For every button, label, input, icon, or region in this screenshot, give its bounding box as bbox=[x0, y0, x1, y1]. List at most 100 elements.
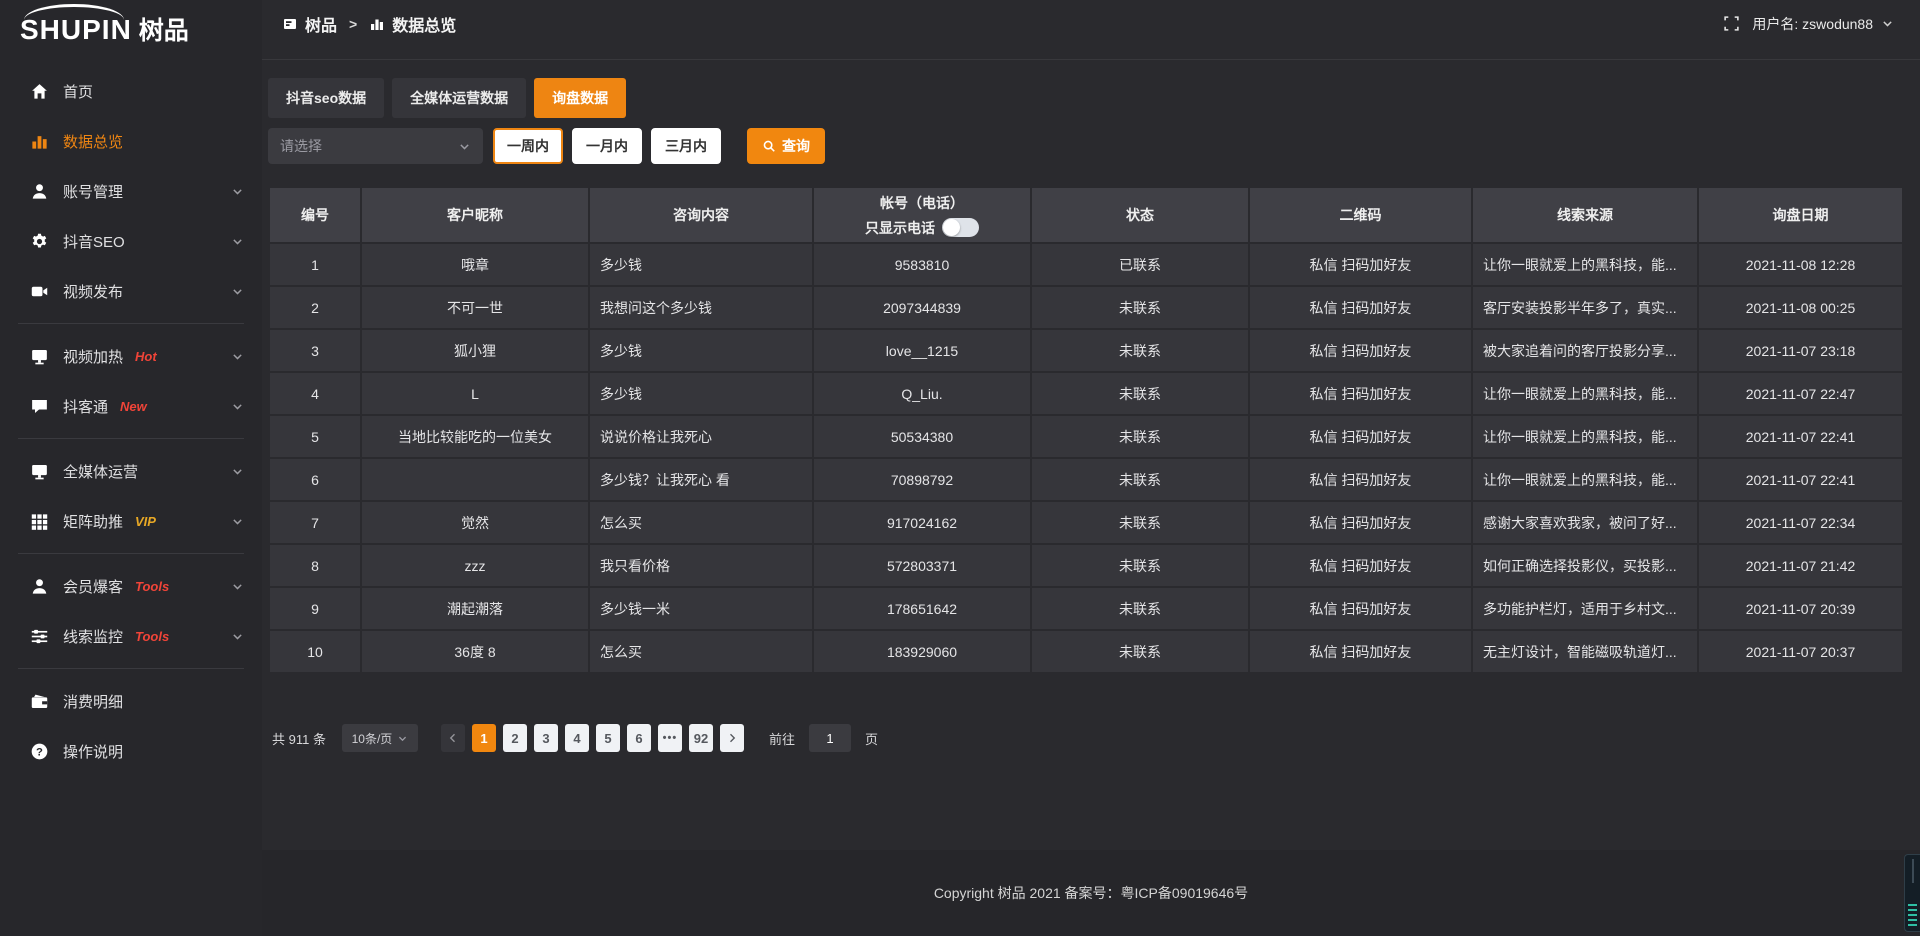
cell-source-link[interactable]: 让你一眼就爱上的黑科技，能... bbox=[1472, 372, 1698, 415]
cell-date: 2021-11-07 20:37 bbox=[1698, 630, 1903, 673]
filter-select[interactable]: 请选择 bbox=[268, 128, 483, 164]
fullscreen-icon[interactable] bbox=[1723, 15, 1740, 32]
sidebar-item-badge: Hot bbox=[135, 349, 157, 364]
cell-source-link[interactable]: 无主灯设计，智能磁吸轨道灯... bbox=[1472, 630, 1698, 673]
cell-date: 2021-11-07 22:41 bbox=[1698, 458, 1903, 501]
page-button-4[interactable]: 4 bbox=[565, 724, 589, 752]
cell-account: 50534380 bbox=[813, 415, 1031, 458]
sidebar-item-0[interactable]: 首页 bbox=[0, 66, 262, 116]
cell-qr-link[interactable]: 私信 扫码加好友 bbox=[1249, 372, 1472, 415]
sidebar-item-6[interactable]: 抖客通New bbox=[0, 381, 262, 431]
cell-nickname: 哦章 bbox=[361, 243, 589, 286]
cell-source-link[interactable]: 多功能护栏灯，适用于乡村文... bbox=[1472, 587, 1698, 630]
floating-widget[interactable] bbox=[1904, 854, 1920, 932]
chevron-down-icon bbox=[231, 350, 244, 363]
cell-source-link[interactable]: 被大家追着问的客厅投影分享... bbox=[1472, 329, 1698, 372]
table-row: 3狐小狸多少钱love__1215未联系私信 扫码加好友被大家追着问的客厅投影分… bbox=[269, 329, 1903, 372]
sidebar-item-12[interactable]: ?操作说明 bbox=[0, 726, 262, 776]
cell-source-link[interactable]: 客厅安装投影半年多了，真实... bbox=[1472, 286, 1698, 329]
logo[interactable]: SHUPIN树品 bbox=[0, 0, 262, 54]
page-button-3[interactable]: 3 bbox=[534, 724, 558, 752]
cell-source-link[interactable]: 让你一眼就爱上的黑科技，能... bbox=[1472, 458, 1698, 501]
tab-2[interactable]: 询盘数据 bbox=[534, 78, 626, 118]
cell-qr-link[interactable]: 私信 扫码加好友 bbox=[1249, 286, 1472, 329]
query-button[interactable]: 查询 bbox=[747, 128, 825, 164]
cell-qr-link[interactable]: 私信 扫码加好友 bbox=[1249, 458, 1472, 501]
cell-source-link[interactable]: 让你一眼就爱上的黑科技，能... bbox=[1472, 243, 1698, 286]
sidebar-item-label: 账号管理 bbox=[63, 181, 123, 202]
cell-account: 9583810 bbox=[813, 243, 1031, 286]
page-button-92[interactable]: 92 bbox=[689, 724, 713, 752]
cell-no: 10 bbox=[269, 630, 361, 673]
cell-no: 6 bbox=[269, 458, 361, 501]
breadcrumb-item-1[interactable]: 数据总览 bbox=[369, 12, 456, 36]
cell-status: 已联系 bbox=[1031, 243, 1249, 286]
cell-no: 8 bbox=[269, 544, 361, 587]
cell-source-link[interactable]: 让你一眼就爱上的黑科技，能... bbox=[1472, 415, 1698, 458]
date-range-group: 一周内一月内三月内 bbox=[493, 128, 721, 164]
column-header-7: 询盘日期 bbox=[1698, 187, 1903, 243]
next-page-button[interactable] bbox=[720, 724, 744, 752]
sidebar-item-label: 全媒体运营 bbox=[63, 461, 138, 482]
cell-no: 3 bbox=[269, 329, 361, 372]
page-button-5[interactable]: 5 bbox=[596, 724, 620, 752]
cell-qr-link[interactable]: 私信 扫码加好友 bbox=[1249, 243, 1472, 286]
copyright-text: Copyright 树品 2021 备案号：粤ICP备09019646号 bbox=[934, 883, 1248, 903]
chevron-down-icon bbox=[231, 580, 244, 593]
tab-0[interactable]: 抖音seo数据 bbox=[268, 78, 384, 118]
cell-source-link[interactable]: 如何正确选择投影仪，买投影... bbox=[1472, 544, 1698, 587]
cell-source-link[interactable]: 感谢大家喜欢我家，被问了好... bbox=[1472, 501, 1698, 544]
sidebar-item-label: 线索监控 bbox=[63, 626, 123, 647]
cell-qr-link[interactable]: 私信 扫码加好友 bbox=[1249, 544, 1472, 587]
sidebar-item-11[interactable]: 消费明细 bbox=[0, 676, 262, 726]
prev-page-button[interactable] bbox=[441, 724, 465, 752]
range-button-0[interactable]: 一周内 bbox=[493, 128, 563, 164]
sidebar-item-4[interactable]: 视频发布 bbox=[0, 266, 262, 316]
cell-qr-link[interactable]: 私信 扫码加好友 bbox=[1249, 501, 1472, 544]
sidebar-item-2[interactable]: 账号管理 bbox=[0, 166, 262, 216]
page-size-select[interactable]: 10条/页 bbox=[342, 724, 418, 752]
cell-qr-link[interactable]: 私信 扫码加好友 bbox=[1249, 587, 1472, 630]
sidebar-item-9[interactable]: 会员爆客Tools bbox=[0, 561, 262, 611]
sidebar-item-7[interactable]: 全媒体运营 bbox=[0, 446, 262, 496]
range-button-1[interactable]: 一月内 bbox=[572, 128, 642, 164]
sidebar-item-5[interactable]: 视频加热 Hot bbox=[0, 331, 262, 381]
filter-select-value: 请选择 bbox=[280, 136, 322, 156]
logo-text-cjk: 树品 bbox=[139, 17, 189, 45]
phone-only-toggle[interactable] bbox=[942, 218, 979, 237]
sidebar-item-3[interactable]: 抖音SEO bbox=[0, 216, 262, 266]
chevron-down-icon[interactable] bbox=[1881, 17, 1894, 30]
more-pages-button[interactable]: ••• bbox=[658, 724, 682, 752]
cell-content: 怎么买 bbox=[589, 501, 813, 544]
sidebar-item-1[interactable]: 数据总览 bbox=[0, 116, 262, 166]
sidebar-item-label: 数据总览 bbox=[63, 131, 123, 152]
sidebar-item-10[interactable]: 线索监控Tools bbox=[0, 611, 262, 661]
cell-account: love__1215 bbox=[813, 329, 1031, 372]
sidebar-item-label: 视频加热 bbox=[63, 346, 123, 367]
chevron-right-icon bbox=[726, 732, 738, 744]
cell-no: 2 bbox=[269, 286, 361, 329]
page-button-1[interactable]: 1 bbox=[472, 724, 496, 752]
goto-unit: 页 bbox=[865, 729, 878, 748]
cell-nickname: 潮起潮落 bbox=[361, 587, 589, 630]
cell-qr-link[interactable]: 私信 扫码加好友 bbox=[1249, 630, 1472, 673]
sidebar-item-label: 会员爆客 bbox=[63, 576, 123, 597]
logo-arc-icon bbox=[24, 4, 124, 20]
menu-divider bbox=[18, 323, 244, 324]
tab-1[interactable]: 全媒体运营数据 bbox=[392, 78, 526, 118]
page-button-6[interactable]: 6 bbox=[627, 724, 651, 752]
range-button-2[interactable]: 三月内 bbox=[651, 128, 721, 164]
sidebar-item-8[interactable]: 矩阵助推VIP bbox=[0, 496, 262, 546]
cell-nickname: L bbox=[361, 372, 589, 415]
widget-bar bbox=[1908, 909, 1917, 911]
username[interactable]: 用户名: zswodun88 bbox=[1752, 14, 1873, 34]
table-row: 9潮起潮落多少钱一米178651642未联系私信 扫码加好友多功能护栏灯，适用于… bbox=[269, 587, 1903, 630]
cell-qr-link[interactable]: 私信 扫码加好友 bbox=[1249, 415, 1472, 458]
goto-page-input[interactable] bbox=[809, 724, 851, 752]
user-icon bbox=[30, 182, 49, 201]
breadcrumb-item-0[interactable]: 树品 bbox=[282, 12, 337, 36]
sidebar-item-badge: VIP bbox=[135, 514, 156, 529]
cell-qr-link[interactable]: 私信 扫码加好友 bbox=[1249, 329, 1472, 372]
bar-chart-icon bbox=[30, 132, 49, 151]
page-button-2[interactable]: 2 bbox=[503, 724, 527, 752]
